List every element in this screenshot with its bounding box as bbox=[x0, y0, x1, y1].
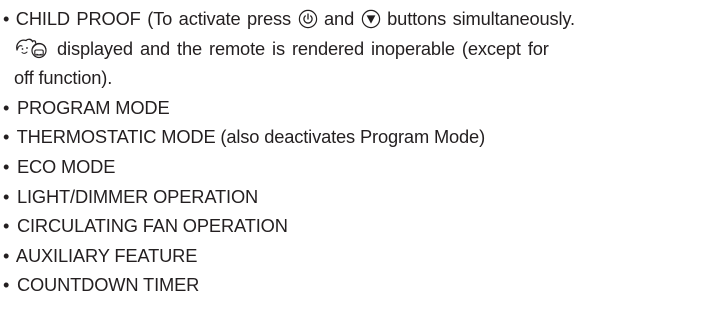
list-item-countdown-timer: • COUNTDOWN TIMER bbox=[3, 270, 709, 300]
child-proof-text-c: buttons simultaneously. bbox=[387, 8, 575, 29]
bullet: • bbox=[3, 215, 10, 237]
bullet: • bbox=[3, 96, 10, 118]
child-proof-line-3: off function). bbox=[3, 63, 709, 93]
list-item-text: THERMOSTATIC MODE (also deactivates Prog… bbox=[16, 126, 486, 148]
bullet: • bbox=[3, 274, 10, 296]
child-proof-text-a: CHILD PROOF (To activate press bbox=[15, 8, 291, 29]
bullet: • bbox=[3, 126, 10, 148]
document-page: • CHILD PROOF (To activate press and but… bbox=[0, 0, 709, 321]
bullet: • bbox=[3, 244, 10, 266]
list-item-auxiliary-feature: • AUXILIARY FEATURE bbox=[3, 241, 709, 271]
list-item-text: COUNTDOWN TIMER bbox=[16, 274, 200, 296]
bullet: • bbox=[3, 185, 10, 207]
child-proof-line-2: displayed and the remote is rendered ino… bbox=[3, 34, 709, 64]
list-item-program-mode: • PROGRAM MODE bbox=[3, 93, 709, 123]
bullet: • bbox=[3, 155, 10, 177]
list-item-light-dimmer: • LIGHT/DIMMER OPERATION bbox=[3, 182, 709, 212]
child-proof-text-line-2: displayed and the remote is rendered ino… bbox=[57, 37, 549, 59]
list-item-text: ECO MODE bbox=[16, 155, 116, 177]
list-item-text: AUXILIARY FEATURE bbox=[15, 244, 198, 266]
bullet: • bbox=[3, 8, 10, 29]
child-proof-text-b: and bbox=[324, 8, 355, 29]
child-proof-line-1: • CHILD PROOF (To activate press and but… bbox=[3, 4, 709, 34]
list-item-eco-mode: • ECO MODE bbox=[3, 152, 709, 182]
list-item-thermostatic-mode: • THERMOSTATIC MODE (also deactivates Pr… bbox=[3, 122, 709, 152]
power-button-icon bbox=[298, 9, 318, 29]
child-proof-text-line-3: off function). bbox=[14, 67, 113, 89]
list-item-text: PROGRAM MODE bbox=[16, 96, 170, 118]
down-arrow-button-icon bbox=[361, 9, 381, 29]
list-item-text: CIRCULATING FAN OPERATION bbox=[16, 215, 288, 237]
list-item-circulating-fan: • CIRCULATING FAN OPERATION bbox=[3, 211, 709, 241]
list-item-text: LIGHT/DIMMER OPERATION bbox=[16, 185, 259, 207]
child-lock-icon bbox=[14, 37, 50, 59]
list-item-child-proof: • CHILD PROOF (To activate press and but… bbox=[3, 4, 709, 93]
